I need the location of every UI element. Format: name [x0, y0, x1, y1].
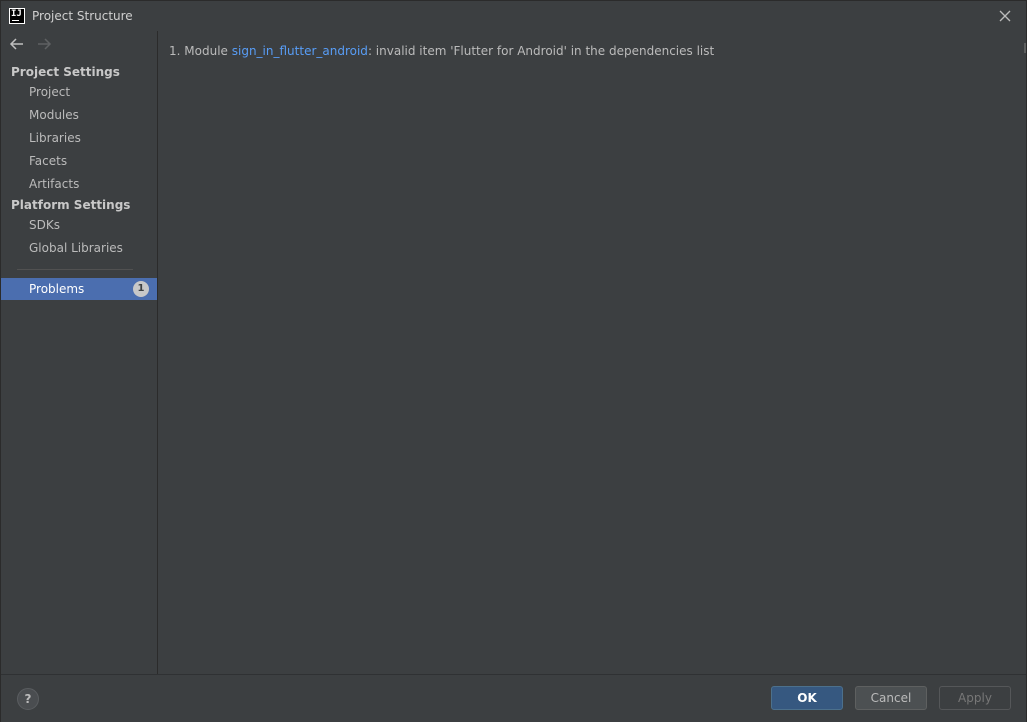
module-link[interactable]: sign_in_flutter_android [232, 44, 368, 58]
problem-item: 1. Module sign_in_flutter_android: inval… [169, 44, 714, 58]
close-icon[interactable] [996, 7, 1014, 25]
sidebar-item-facets[interactable]: Facets [29, 154, 67, 168]
problem-number: 1. [169, 44, 181, 58]
sidebar-item-global-libraries[interactable]: Global Libraries [29, 241, 123, 255]
sidebar-item-sdks[interactable]: SDKs [29, 218, 60, 232]
sidebar-item-project[interactable]: Project [29, 85, 70, 99]
sidebar-separator [17, 269, 133, 270]
problems-count-badge: 1 [133, 281, 149, 297]
sidebar-item-modules[interactable]: Modules [29, 108, 79, 122]
scrollbar-edge[interactable] [1024, 43, 1026, 53]
sidebar-item-label: Problems [29, 282, 85, 296]
project-structure-dialog: IJ Project Structure Project Settings Pr… [0, 0, 1027, 722]
window-title: Project Structure [32, 9, 133, 23]
dialog-footer: ? OK Cancel Apply [1, 674, 1026, 722]
ok-button[interactable]: OK [771, 686, 843, 710]
apply-button[interactable]: Apply [939, 686, 1011, 710]
problem-message: : invalid item 'Flutter for Android' in … [367, 44, 715, 58]
problems-panel: 1. Module sign_in_flutter_android: inval… [158, 31, 1026, 674]
title-bar: IJ Project Structure [1, 1, 1026, 31]
platform-settings-header: Platform Settings [11, 198, 131, 212]
project-settings-header: Project Settings [11, 65, 120, 79]
back-arrow-icon[interactable] [9, 37, 25, 51]
app-icon: IJ [9, 8, 25, 24]
help-icon[interactable]: ? [17, 688, 39, 710]
sidebar: Project Settings Project Modules Librari… [1, 31, 158, 674]
sidebar-item-libraries[interactable]: Libraries [29, 131, 81, 145]
problem-prefix: Module [184, 44, 228, 58]
cancel-button[interactable]: Cancel [855, 686, 927, 710]
sidebar-item-artifacts[interactable]: Artifacts [29, 177, 79, 191]
forward-arrow-icon[interactable] [36, 37, 52, 51]
sidebar-item-problems[interactable]: Problems 1 [1, 278, 157, 300]
